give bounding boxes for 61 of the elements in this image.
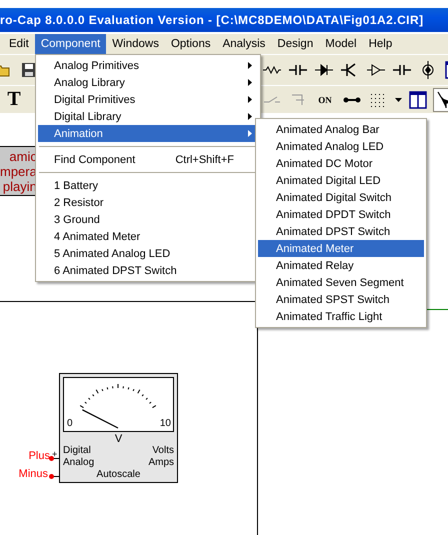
pin-dot: [49, 474, 54, 479]
menu-entry[interactable]: Analog Primitives: [38, 57, 258, 74]
capacitor-icon: [289, 64, 307, 76]
menu-entry[interactable]: 2 Resistor: [38, 194, 258, 211]
menu-item[interactable]: Windows: [106, 34, 165, 54]
relay-icon: [290, 92, 306, 108]
toolbar-button[interactable]: T: [3, 88, 25, 112]
menu-entry[interactable]: Digital Primitives: [38, 91, 258, 108]
mode-label: Digital: [63, 445, 91, 457]
menu-entry[interactable]: Animated DPDT Switch: [258, 206, 424, 223]
toolbar-button[interactable]: ON: [313, 88, 337, 112]
unit-label: V: [114, 433, 122, 445]
diode-icon: [315, 64, 333, 76]
menu-entry[interactable]: Animation: [38, 125, 258, 142]
caret-icon: [394, 98, 402, 102]
menu-entry[interactable]: Animated Digital Switch: [258, 189, 424, 206]
window-title: ro-Cap 8.0.0.0 Evaluation Version - [C:\MC8DEMO\DATA\Fig01A2.CIR]: [0, 13, 424, 27]
menu-entry[interactable]: Find Component Ctrl+Shift+F: [38, 151, 258, 168]
wire-icon: [343, 96, 361, 104]
menu-entry[interactable]: Animated Analog LED: [258, 138, 424, 155]
unit-option: Volts: [152, 445, 174, 457]
resistor-icon: [263, 66, 281, 74]
window-panes-icon: [409, 90, 427, 108]
menu-entry[interactable]: Animated Relay: [258, 257, 424, 274]
menu-entry[interactable]: Animated DPST Switch: [258, 223, 424, 240]
menu-item[interactable]: Design: [271, 34, 320, 54]
menu-entry[interactable]: Animated Digital LED: [258, 172, 424, 189]
menu-item[interactable]: Help: [362, 34, 398, 54]
menu-entry[interactable]: 5 Animated Analog LED: [38, 245, 258, 262]
menu-entry[interactable]: Animated Meter: [258, 240, 424, 257]
menu-entry[interactable]: Animated Seven Segment: [258, 274, 424, 291]
menu-entry[interactable]: Animated Traffic Light: [258, 308, 424, 325]
menu-entry[interactable]: Digital Library: [38, 108, 258, 125]
menu-item[interactable]: Analysis: [216, 34, 272, 54]
menu-entry[interactable]: Analog Library: [38, 74, 258, 91]
menu-entry[interactable]: 4 Animated Meter: [38, 228, 258, 245]
menu-item[interactable]: Edit: [3, 34, 35, 54]
pin-label: Plus: [28, 450, 50, 462]
pointer-icon: [436, 90, 448, 108]
mode-label: Analog: [63, 457, 94, 469]
menu-entry[interactable]: 3 Ground: [38, 211, 258, 228]
scale-min: 0: [67, 418, 73, 429]
menu-entry[interactable]: Animated SPST Switch: [258, 291, 424, 308]
triangle-buffer-icon: [367, 64, 385, 76]
meter-needle: [82, 409, 118, 429]
pin-dot: [49, 456, 54, 461]
menu-item[interactable]: Model: [319, 34, 363, 54]
menu-entry[interactable]: Animated DC Motor: [258, 155, 424, 172]
menu-entry[interactable]: 6 Animated DPST Switch: [38, 262, 258, 279]
scale-max: 10: [160, 418, 171, 429]
menu-entry[interactable]: 1 Battery: [38, 177, 258, 194]
unit-option: Amps: [148, 457, 174, 469]
menu-item[interactable]: Options: [164, 34, 217, 54]
capacitor-icon: [393, 64, 411, 76]
menu-item[interactable]: Component: [34, 34, 106, 54]
shortcut-label: Ctrl+Shift+F: [175, 154, 234, 166]
menu-entry[interactable]: Animated Analog Bar: [258, 121, 424, 138]
pin-label: Minus: [18, 468, 48, 480]
circle-source-icon: [421, 61, 435, 79]
autoscale-label: Autoscale: [96, 469, 140, 481]
plus-mark: +: [52, 449, 58, 459]
